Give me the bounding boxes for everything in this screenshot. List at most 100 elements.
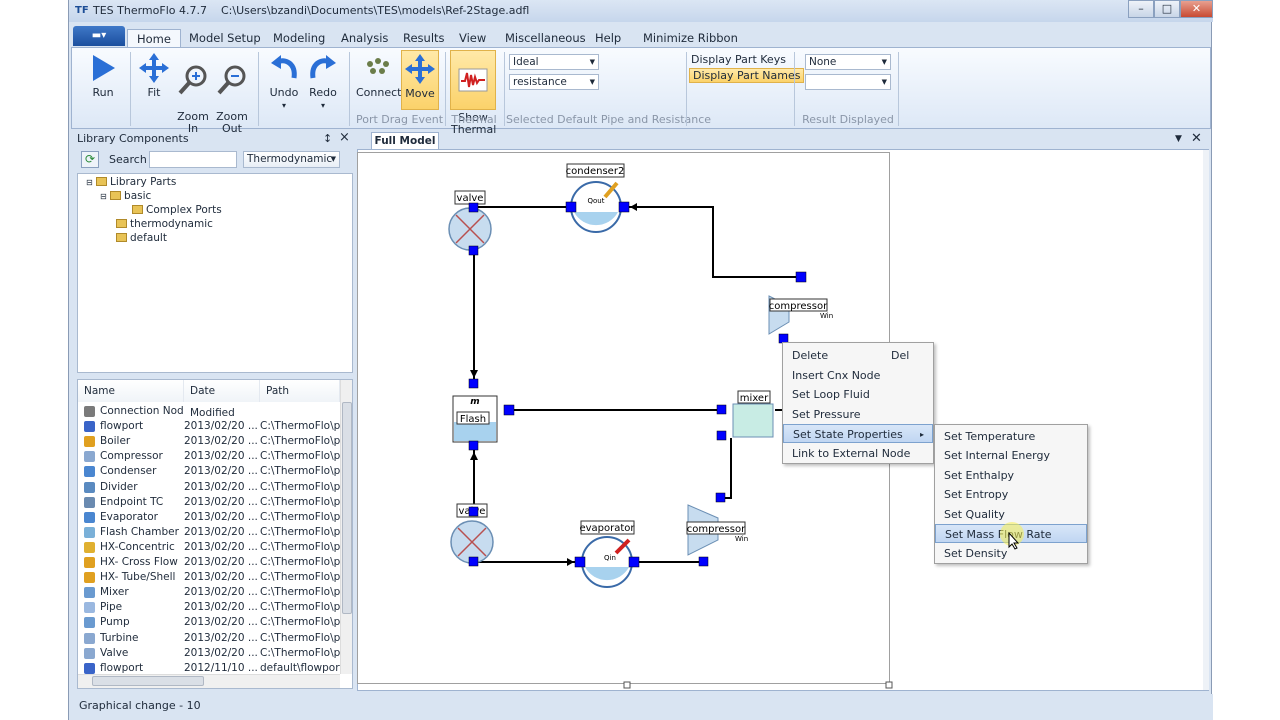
list-item[interactable]: Connection Node [78, 404, 340, 419]
list-cell-name: Connection Node [100, 405, 184, 417]
search-input[interactable] [149, 151, 237, 168]
close-panel-icon[interactable]: × [339, 130, 350, 145]
display-part-keys-button[interactable]: Display Part Keys [691, 53, 786, 66]
fit-button[interactable]: Fit [136, 50, 172, 112]
menu-item-set-loop-fluid[interactable]: Set Loop Fluid [783, 385, 933, 404]
application-menu-button[interactable]: ▬▾ [73, 26, 125, 46]
maximize-button[interactable]: □ [1154, 0, 1180, 18]
list-item[interactable]: Condenser 2013/02/20 ... C:\ThermoFlo\p [78, 464, 340, 479]
list-cell-date: 2013/02/20 ... [184, 616, 258, 629]
list-cell-path: C:\ThermoFlo\p [260, 616, 340, 629]
vertical-scrollbar[interactable] [340, 380, 352, 674]
status-bar: Graphical change - 10 [69, 694, 1213, 720]
tab-results[interactable]: Results [394, 29, 454, 48]
list-item[interactable]: Turbine 2013/02/20 ... C:\ThermoFlo\p [78, 631, 340, 646]
scrollbar-thumb[interactable] [92, 676, 204, 686]
tab-analysis[interactable]: Analysis [332, 29, 397, 48]
list-cell-date: 2013/02/20 ... [184, 465, 258, 478]
list-item[interactable]: Evaporator 2013/02/20 ... C:\ThermoFlo\p [78, 510, 340, 525]
list-item[interactable]: flowport 2013/02/20 ... C:\ThermoFlo\p [78, 419, 340, 434]
component-icon [84, 481, 95, 493]
list-item[interactable]: HX-Concentric 2013/02/20 ... C:\ThermoFlo\… [78, 540, 340, 555]
pipe-select[interactable]: Ideal ▼ [509, 54, 599, 70]
group-label-pipe: Selected Default Pipe and Resistance [506, 113, 712, 126]
list-item[interactable]: Boiler 2013/02/20 ... C:\ThermoFlo\p [78, 434, 340, 449]
list-cell-name: Boiler [100, 435, 131, 448]
submenu-item-set-enthalpy[interactable]: Set Enthalpy [935, 466, 1087, 485]
close-document-icon[interactable]: ✕ [1191, 131, 1202, 146]
move-button[interactable]: Move [401, 50, 439, 110]
submenu-item-set-temperature[interactable]: Set Temperature [935, 427, 1087, 446]
submenu-item-set-internal-energy[interactable]: Set Internal Energy [935, 446, 1087, 465]
menu-item-link-external-node[interactable]: Link to External Node [783, 444, 933, 463]
result-select[interactable]: None ▼ [805, 54, 891, 70]
library-components-list: Name Date Modified Path Connection Node f… [77, 379, 353, 689]
tab-miscellaneous[interactable]: Miscellaneous [496, 29, 595, 48]
list-item[interactable]: HX- Tube/Shell 2013/02/20 ... C:\ThermoFlo… [78, 570, 340, 585]
connect-button[interactable]: Connect [356, 50, 402, 112]
tab-home[interactable]: Home [127, 29, 181, 48]
menu-item-set-state-properties[interactable]: Set State Properties ▸ [783, 424, 933, 443]
group-label-thermal: Thermal [451, 113, 497, 126]
list-item[interactable]: Compressor 2013/02/20 ... C:\ThermoFlo\p [78, 449, 340, 464]
column-header-name[interactable]: Name [78, 380, 184, 402]
menu-item-insert-cnx-node[interactable]: Insert Cnx Node [783, 366, 933, 385]
tab-view[interactable]: View [450, 29, 495, 48]
scrollbar-thumb[interactable] [342, 402, 352, 614]
run-button[interactable]: Run [82, 50, 124, 112]
resistance-select[interactable]: resistance ▼ [509, 74, 599, 90]
result-select-secondary[interactable]: ▼ [805, 74, 891, 90]
connect-label: Connect [356, 86, 402, 99]
dropdown-arrow-icon: ▼ [589, 58, 595, 66]
fit-arrows-icon [139, 53, 169, 83]
dropdown-arrow-icon: ▼ [589, 78, 595, 86]
refresh-icon[interactable]: ⟳ [81, 151, 99, 168]
menu-item-set-pressure[interactable]: Set Pressure [783, 405, 933, 424]
pin-icon[interactable]: ↕ [323, 132, 332, 145]
submenu-item-set-entropy[interactable]: Set Entropy [935, 485, 1087, 504]
zoom-out-button[interactable]: Zoom Out [213, 50, 251, 135]
list-item[interactable]: Endpoint TC 2013/02/20 ... C:\ThermoFlo\p [78, 495, 340, 510]
menu-item-delete[interactable]: Delete Del [783, 346, 933, 365]
list-cell-name: Flash Chamber [100, 525, 179, 538]
list-cell-date: 2013/02/20 ... [184, 540, 258, 553]
column-header-path[interactable]: Path [260, 380, 340, 402]
tree-node-basic[interactable]: ⊟ basic [100, 190, 151, 203]
display-part-names-button[interactable]: Display Part Names [689, 68, 805, 83]
tree-node-default[interactable]: default [116, 232, 167, 245]
list-item[interactable]: Divider 2013/02/20 ... C:\ThermoFlo\p [78, 480, 340, 495]
tree-node-complex-ports[interactable]: Complex Ports [132, 204, 222, 217]
minimize-button[interactable]: – [1128, 0, 1154, 18]
show-thermal-button[interactable]: Show Thermal [450, 50, 496, 136]
tab-minimize-ribbon[interactable]: Minimize Ribbon [634, 29, 747, 48]
shortcut-label: Del [891, 349, 910, 362]
list-item[interactable]: Mixer 2013/02/20 ... C:\ThermoFlo\p [78, 585, 340, 600]
list-item[interactable]: Pipe 2013/02/20 ... C:\ThermoFlo\p [78, 600, 340, 615]
component-icon [84, 587, 95, 599]
context-menu: Delete Del Insert Cnx Node Set Loop Fluid… [782, 342, 934, 464]
redo-label: Redo [309, 86, 337, 99]
redo-button[interactable]: Redo ▾ [304, 50, 342, 112]
tree-label: thermodynamic [130, 218, 213, 230]
list-cell-name: Condenser [100, 465, 157, 478]
column-header-date-modified[interactable]: Date Modified [184, 380, 260, 419]
library-filter-select[interactable]: Thermodynamic ▼ [243, 151, 340, 168]
tab-help[interactable]: Help [586, 29, 630, 48]
tree-node-thermodynamic[interactable]: thermodynamic [116, 218, 213, 231]
tree-label: basic [124, 190, 152, 202]
list-item[interactable]: HX- Cross Flow 2013/02/20 ... C:\ThermoFlo… [78, 555, 340, 570]
run-label: Run [92, 86, 114, 99]
undo-button[interactable]: Undo ▾ [265, 50, 303, 112]
list-item[interactable]: Pump 2013/02/20 ... C:\ThermoFlo\p [78, 615, 340, 630]
tab-full-model[interactable]: Full Model [371, 132, 439, 149]
component-icon [84, 572, 95, 584]
list-item[interactable]: Valve 2013/02/20 ... C:\ThermoFlo\p [78, 646, 340, 661]
list-item[interactable]: Flash Chamber 2013/02/20 ... C:\ThermoFlo\… [78, 525, 340, 540]
tab-model-setup[interactable]: Model Setup [180, 29, 270, 48]
tab-modeling[interactable]: Modeling [264, 29, 334, 48]
horizontal-scrollbar[interactable] [78, 674, 340, 688]
close-window-button[interactable]: ✕ [1180, 0, 1213, 18]
tab-list-dropdown-icon[interactable]: ▼ [1175, 134, 1182, 144]
tree-node-library-parts[interactable]: ⊟ Library Parts [86, 176, 176, 189]
zoom-in-button[interactable]: Zoom In [174, 50, 212, 135]
